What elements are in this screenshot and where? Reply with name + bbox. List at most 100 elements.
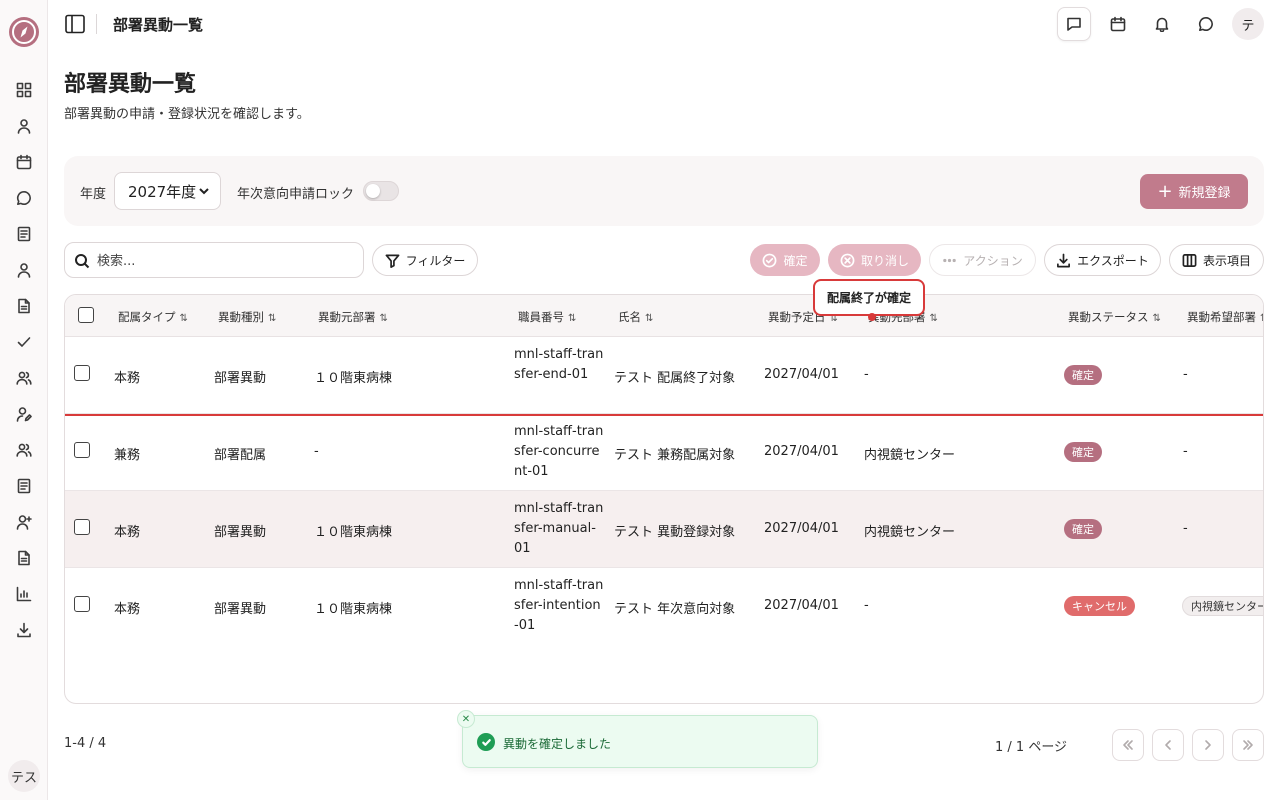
- last-page-button[interactable]: [1232, 729, 1264, 761]
- filter-button[interactable]: フィルター: [372, 244, 478, 276]
- user-icon[interactable]: [14, 116, 34, 136]
- close-icon[interactable]: ✕: [457, 710, 475, 728]
- sort-icon: ⇅: [645, 313, 654, 324]
- year-label: 年度: [80, 187, 107, 202]
- calendar-button[interactable]: [1101, 7, 1135, 41]
- confirm-button[interactable]: 確定: [750, 244, 820, 276]
- bar-chart-icon[interactable]: [14, 584, 34, 604]
- document-icon[interactable]: [14, 296, 34, 316]
- success-toast: ✕ 異動を確定しました: [457, 710, 818, 768]
- table-row[interactable]: 兼務 部署配属 - mnl-staff-transfer-concurrent-…: [65, 414, 1263, 491]
- year-select-value: 2027年度: [128, 182, 197, 201]
- download-icon[interactable]: [14, 620, 34, 640]
- table-row[interactable]: 本務 部署異動 １０階東病棟 mnl-staff-transfer-end-01…: [65, 337, 1263, 414]
- message-square-button[interactable]: [1057, 7, 1091, 41]
- calendar-icon[interactable]: [14, 152, 34, 172]
- column-header[interactable]: 異動希望部署⇅: [1187, 309, 1263, 325]
- columns-label: 表示項目: [1202, 253, 1251, 268]
- sort-icon: ⇅: [179, 313, 188, 324]
- chat-icon[interactable]: [14, 188, 34, 208]
- column-header[interactable]: 異動種別 ⇅: [218, 309, 276, 325]
- column-header[interactable]: 異動元部署 ⇅: [318, 309, 388, 325]
- toast-message: 異動を確定しました: [503, 737, 612, 751]
- column-header[interactable]: 配属タイプ ⇅: [118, 309, 188, 325]
- cell-to: 内視鏡センター: [864, 448, 956, 463]
- message-square-icon: [1067, 17, 1081, 31]
- cell-kind: 部署異動: [214, 602, 267, 617]
- notification-button[interactable]: [1145, 7, 1179, 41]
- topbar-title: 部署異動一覧: [113, 16, 204, 34]
- columns-icon: [1182, 253, 1197, 267]
- cell-date: 2027/04/01: [764, 598, 839, 613]
- row-checkbox[interactable]: [74, 596, 90, 612]
- check-circle-icon: [763, 253, 777, 267]
- user-edit-icon[interactable]: [14, 404, 34, 424]
- row-checkbox[interactable]: [74, 519, 90, 535]
- notebook-icon[interactable]: [14, 224, 34, 244]
- sidebar-toggle-icon[interactable]: [64, 13, 86, 35]
- sort-icon: ⇅: [568, 313, 577, 324]
- status-badge: 確定: [1064, 365, 1102, 385]
- chevrons-right-icon: [1243, 740, 1253, 750]
- filter-panel: 年度 2027年度 年次意向申請ロック + 新規登録: [64, 156, 1264, 226]
- cell-to: 内視鏡センター: [864, 525, 956, 540]
- filter-icon: [385, 254, 400, 268]
- column-header[interactable]: 異動ステータス ⇅: [1068, 309, 1161, 325]
- sidebar-avatar[interactable]: テス: [8, 760, 40, 792]
- cell-wish: -: [1183, 367, 1188, 382]
- column-header[interactable]: 職員番号 ⇅: [518, 309, 576, 325]
- page-subtitle: 部署異動の申請・登録状況を確認します。: [64, 107, 310, 122]
- select-all-checkbox[interactable]: [78, 307, 94, 323]
- more-horizontal-icon: [943, 258, 957, 262]
- users-icon[interactable]: [14, 368, 34, 388]
- compass-logo-icon[interactable]: [8, 16, 40, 48]
- confirm-label: 確定: [783, 253, 808, 268]
- file-icon[interactable]: [14, 548, 34, 568]
- cell-wish: -: [1183, 444, 1188, 459]
- cell-name: テスト 配属終了対象: [614, 371, 736, 386]
- new-register-button[interactable]: + 新規登録: [1140, 174, 1248, 209]
- cell-staff-id: mnl-staff-transfer-end-01: [514, 347, 604, 382]
- table-row[interactable]: 本務 部署異動 １０階東病棟 mnl-staff-transfer-manual…: [65, 491, 1263, 568]
- sort-icon: ⇅: [268, 313, 277, 324]
- check-icon[interactable]: [14, 332, 34, 352]
- row-checkbox[interactable]: [74, 365, 90, 381]
- chevron-left-icon: [1165, 740, 1171, 750]
- user-avatar[interactable]: テ: [1232, 8, 1264, 40]
- user-plus-icon[interactable]: [14, 512, 34, 532]
- export-button[interactable]: エクスポート: [1044, 244, 1161, 276]
- status-badge: 確定: [1064, 442, 1102, 462]
- sort-icon: ⇅: [1152, 313, 1161, 324]
- filter-label: フィルター: [405, 253, 466, 268]
- list-icon[interactable]: [14, 476, 34, 496]
- actions-button[interactable]: アクション: [929, 244, 1036, 276]
- first-page-button[interactable]: [1112, 729, 1144, 761]
- row-checkbox[interactable]: [74, 442, 90, 458]
- dashboard-icon[interactable]: [14, 80, 34, 100]
- calendar-icon: [1110, 16, 1126, 32]
- table-row[interactable]: 本務 部署異動 １０階東病棟 mnl-staff-transfer-intent…: [65, 568, 1263, 645]
- cell-from: １０階東病棟: [314, 602, 393, 617]
- app: テス 部署異動一覧 テ 部署異動一覧 部署異動の申請・登録状況を確認します。 年…: [0, 0, 1280, 800]
- cell-staff-id: mnl-staff-transfer-manual-01: [514, 501, 604, 556]
- lock-toggle[interactable]: [363, 181, 399, 201]
- columns-button[interactable]: 表示項目: [1169, 244, 1264, 276]
- sidebar: テス: [0, 0, 48, 800]
- prev-page-button[interactable]: [1152, 729, 1184, 761]
- download-icon: [1057, 253, 1071, 267]
- wish-department-chip: 内視鏡センター: [1182, 596, 1263, 616]
- chat-button[interactable]: [1189, 7, 1223, 41]
- search-input[interactable]: [97, 251, 347, 271]
- next-page-button[interactable]: [1192, 729, 1224, 761]
- column-header[interactable]: 氏名 ⇅: [618, 309, 653, 325]
- cell-date: 2027/04/01: [764, 444, 839, 459]
- cancel-action-button[interactable]: 取り消し: [828, 244, 921, 276]
- group-icon[interactable]: [14, 440, 34, 460]
- topbar: 部署異動一覧 テ: [48, 0, 1280, 48]
- person-icon[interactable]: [14, 260, 34, 280]
- page-title: 部署異動一覧: [64, 72, 197, 97]
- search-box: [64, 242, 364, 278]
- sort-icon: ⇅: [379, 313, 388, 324]
- year-select[interactable]: 2027年度: [114, 172, 221, 210]
- sort-icon: ⇅: [929, 313, 938, 324]
